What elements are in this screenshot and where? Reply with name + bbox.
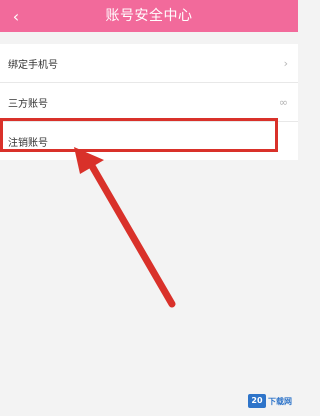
arrow-head [74,147,104,174]
arrow-shaft [88,162,176,308]
watermark-logo: 20 下载网 [248,394,292,408]
watermark-badge: 20 [248,394,266,408]
pointer-arrow-icon [74,147,176,308]
watermark-text: 下载网 [268,396,292,406]
